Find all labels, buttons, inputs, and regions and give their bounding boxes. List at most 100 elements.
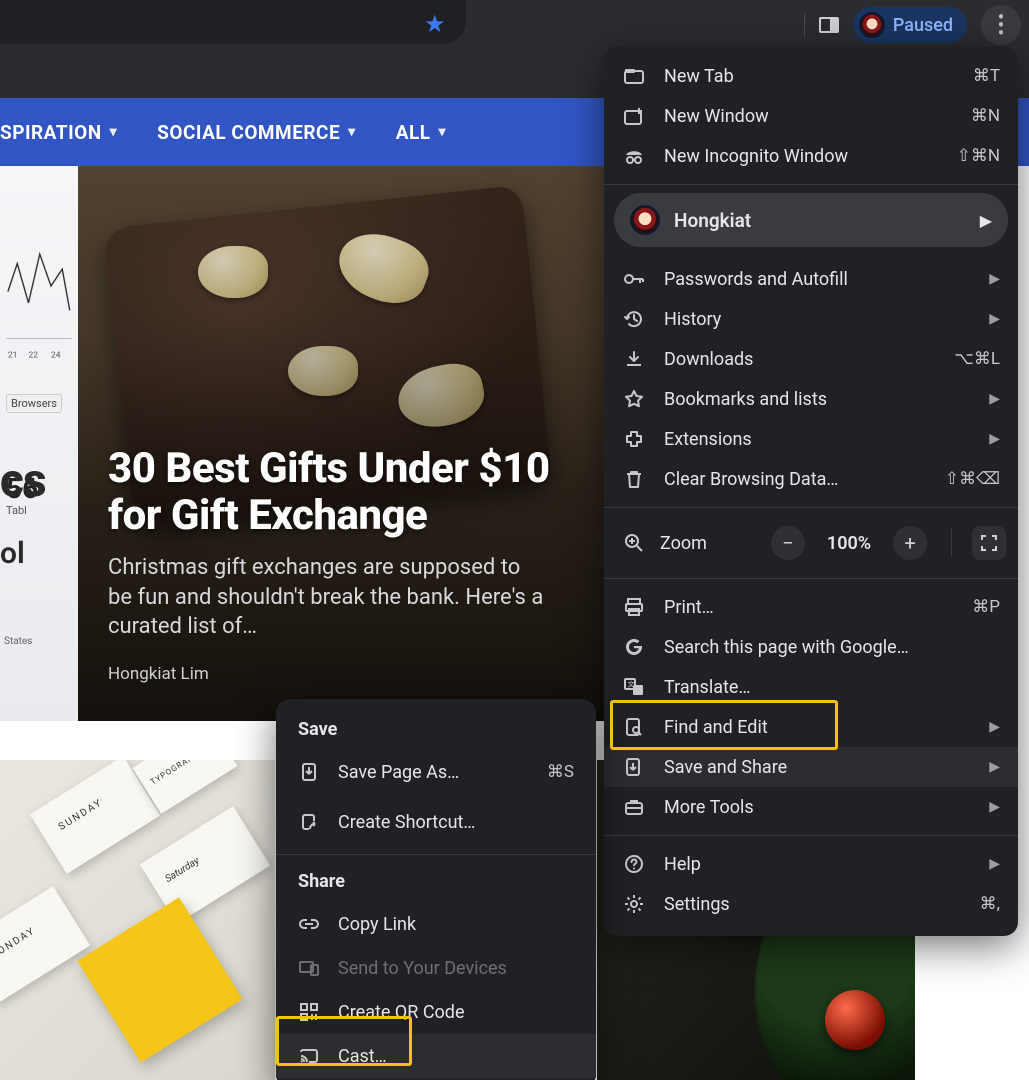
menu-label: Print… — [664, 597, 954, 618]
nav-item-inspiration[interactable]: SPIRATION ▾ — [0, 121, 117, 144]
menu-clear-data[interactable]: Clear Browsing Data… ⇧⌘⌫ — [604, 459, 1018, 499]
zoom-label: Zoom — [660, 533, 707, 554]
submenu-section-share: Share — [276, 865, 596, 902]
menu-label: Extensions — [664, 429, 965, 450]
history-icon — [622, 309, 646, 329]
chrome-menu-button[interactable]: ••• — [981, 5, 1021, 45]
chevron-right-icon: ▶ — [983, 311, 1000, 327]
menu-settings[interactable]: Settings ⌘, — [604, 884, 1018, 924]
save-share-icon — [622, 757, 646, 777]
nav-label: SOCIAL COMMERCE — [157, 121, 340, 144]
submenu-create-qr[interactable]: Create QR Code — [276, 990, 596, 1034]
menu-label: More Tools — [664, 797, 965, 818]
download-icon — [622, 350, 646, 368]
menu-label: Clear Browsing Data… — [664, 469, 927, 490]
zoom-divider — [951, 529, 952, 557]
menu-label: Help — [664, 854, 965, 875]
extension-icon — [622, 429, 646, 449]
menu-label: New Tab — [664, 66, 955, 87]
profile-paused-chip[interactable]: Paused — [853, 7, 967, 43]
menu-new-incognito[interactable]: New Incognito Window ⇧⌘N — [604, 136, 1018, 176]
submenu-send-devices: Send to Your Devices — [276, 946, 596, 990]
menu-label: Save Page As… — [338, 762, 529, 783]
article-title[interactable]: 30 Best Gifts Under $10 for Gift Exchang… — [108, 445, 578, 539]
menu-translate[interactable]: 文 Translate… — [604, 667, 1018, 707]
zoom-in-button[interactable]: + — [893, 526, 927, 560]
key-icon — [622, 272, 646, 286]
shortcut-icon — [298, 813, 320, 831]
bookmark-star-icon[interactable]: ★ — [424, 10, 446, 38]
toolbar-divider — [804, 13, 805, 37]
chevron-right-icon: ▶ — [983, 856, 1000, 872]
hero-side-strip: 21 22 24 Browsers 56 Tabl States — [0, 166, 78, 721]
new-window-icon — [622, 107, 646, 125]
save-share-submenu: Save Save Page As… ⌘S Create Shortcut… S… — [276, 699, 596, 1080]
menu-label: History — [664, 309, 965, 330]
menu-new-tab[interactable]: New Tab ⌘T — [604, 56, 1018, 96]
menu-print[interactable]: Print… ⌘P — [604, 587, 1018, 627]
menu-label: Translate… — [664, 677, 1000, 698]
menu-label: Save and Share — [664, 757, 965, 778]
chrome-main-menu: New Tab ⌘T New Window ⌘N New Incognito W… — [604, 46, 1018, 936]
menu-shortcut: ⌘T — [973, 66, 1000, 86]
submenu-separator — [276, 854, 596, 855]
svg-text:24: 24 — [51, 350, 61, 360]
chevron-down-icon: ▾ — [439, 124, 447, 140]
nav-label: ALL — [396, 121, 431, 144]
menu-help[interactable]: Help ▶ — [604, 844, 1018, 884]
address-bar-pill[interactable] — [0, 0, 466, 44]
menu-extensions[interactable]: Extensions ▶ — [604, 419, 1018, 459]
menu-label: Send to Your Devices — [338, 958, 574, 979]
menu-history[interactable]: History ▶ — [604, 299, 1018, 339]
svg-text:22: 22 — [29, 350, 39, 360]
chevron-down-icon: ▾ — [110, 124, 118, 140]
avatar-icon — [630, 205, 660, 235]
menu-label: Passwords and Autofill — [664, 269, 965, 290]
menu-separator — [604, 184, 1018, 185]
menu-new-window[interactable]: New Window ⌘N — [604, 96, 1018, 136]
submenu-cast[interactable]: Cast… — [276, 1034, 596, 1078]
menu-label: New Window — [664, 106, 953, 127]
article-author[interactable]: Hongkiat Lim — [108, 664, 578, 684]
incognito-icon — [622, 148, 646, 164]
menu-label: New Incognito Window — [664, 146, 939, 167]
nav-label: SPIRATION — [0, 121, 102, 144]
menu-shortcut: ⌥⌘L — [954, 349, 1000, 369]
chevron-right-icon: ▶ — [983, 719, 1000, 735]
menu-search-google[interactable]: Search this page with Google… — [604, 627, 1018, 667]
menu-separator — [604, 507, 1018, 508]
nav-item-all[interactable]: ALL ▾ — [396, 121, 446, 144]
side-label-browsers: Browsers — [6, 394, 62, 413]
menu-passwords[interactable]: Passwords and Autofill ▶ — [604, 259, 1018, 299]
menu-more-tools[interactable]: More Tools ▶ — [604, 787, 1018, 827]
gear-icon — [622, 894, 646, 914]
menu-label: Create Shortcut… — [338, 812, 574, 833]
menu-find-edit[interactable]: Find and Edit ▶ — [604, 707, 1018, 747]
menu-label: Search this page with Google… — [664, 637, 1000, 658]
star-icon — [622, 389, 646, 409]
svg-text:文: 文 — [628, 680, 635, 689]
menu-zoom: Zoom − 100% + — [604, 516, 1018, 570]
zoom-out-button[interactable]: − — [771, 526, 805, 560]
side-panel-icon[interactable] — [819, 17, 839, 33]
card-typography[interactable]: SUNDAY Saturday MONDAY TYPOGRAPHY — [0, 760, 275, 1080]
submenu-save-page-as[interactable]: Save Page As… ⌘S — [276, 750, 596, 794]
avatar-icon — [859, 12, 885, 38]
qr-icon — [298, 1003, 320, 1021]
submenu-create-shortcut[interactable]: Create Shortcut… — [276, 800, 596, 844]
devices-icon — [298, 960, 320, 976]
menu-profile[interactable]: Hongkiat ▶ — [614, 193, 1008, 247]
menu-bookmarks[interactable]: Bookmarks and lists ▶ — [604, 379, 1018, 419]
nav-item-social-commerce[interactable]: SOCIAL COMMERCE▾ — [157, 121, 356, 144]
submenu-section-save: Save — [276, 713, 596, 750]
chevron-right-icon: ▶ — [983, 759, 1000, 775]
menu-downloads[interactable]: Downloads ⌥⌘L — [604, 339, 1018, 379]
submenu-copy-link[interactable]: Copy Link — [276, 902, 596, 946]
fragment-ol: ol — [0, 536, 80, 571]
menu-save-share[interactable]: Save and Share ▶ — [604, 747, 1018, 787]
menu-label: Find and Edit — [664, 717, 965, 738]
paused-label: Paused — [893, 15, 953, 36]
fullscreen-button[interactable] — [972, 526, 1006, 560]
profile-name: Hongkiat — [674, 209, 966, 232]
states-label: States — [4, 636, 32, 647]
